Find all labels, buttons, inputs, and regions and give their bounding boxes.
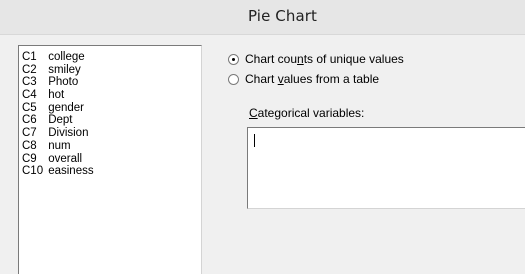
variable-name: Dept xyxy=(48,114,73,127)
title-bar: Pie Chart xyxy=(0,0,525,35)
label-rest: ategorical variables: xyxy=(257,106,365,120)
variable-item-c4[interactable]: C4 hot xyxy=(22,89,201,102)
variable-name: gender xyxy=(48,101,85,114)
label-mnemonic: n xyxy=(297,52,304,66)
variable-id: C10 xyxy=(22,165,44,178)
variable-item-c7[interactable]: C7 Division xyxy=(22,127,201,140)
variable-id: C4 xyxy=(22,89,37,102)
variable-name: Division xyxy=(48,127,89,140)
categorical-variables-label: Categorical variables: xyxy=(249,106,364,120)
variable-item-c5[interactable]: C5 gender xyxy=(22,102,201,115)
radio-chart-counts[interactable]: Chart counts of unique values xyxy=(228,52,404,66)
variable-item-c2[interactable]: C2 smiley xyxy=(22,64,201,77)
label-after: alues from a table xyxy=(283,72,380,86)
pie-chart-dialog: Pie Chart C1 college C2 smiley C3 Photo … xyxy=(0,0,525,274)
variables-list[interactable]: C1 college C2 smiley C3 Photo C4 hot C5 … xyxy=(18,45,202,274)
variable-name: hot xyxy=(48,89,65,102)
variable-id: C9 xyxy=(22,152,37,165)
radio-selected-icon[interactable] xyxy=(228,53,239,65)
variable-id: C7 xyxy=(22,127,37,140)
variable-name: easiness xyxy=(48,165,94,178)
window-title: Pie Chart xyxy=(247,7,317,25)
variable-id: C6 xyxy=(22,114,37,127)
variable-name: smiley xyxy=(48,63,81,76)
categorical-variables-input[interactable] xyxy=(247,127,525,209)
label-before: Chart xyxy=(245,72,278,86)
variable-name: college xyxy=(48,51,85,63)
variable-item-c9[interactable]: C9 overall xyxy=(22,153,201,166)
variable-id: C5 xyxy=(22,101,37,114)
label-after: ts of unique values xyxy=(303,52,404,66)
variable-name: Photo xyxy=(48,76,79,89)
radio-unselected-icon[interactable] xyxy=(228,73,239,85)
variable-id: C1 xyxy=(22,51,37,63)
radio-chart-counts-label: Chart counts of unique values xyxy=(245,52,404,66)
radio-chart-values[interactable]: Chart values from a table xyxy=(228,72,379,86)
variable-id: C2 xyxy=(22,63,37,76)
variable-item-c8[interactable]: C8 num xyxy=(22,140,201,153)
label-before: Chart cou xyxy=(245,52,298,66)
text-cursor xyxy=(254,134,255,147)
variable-item-c10[interactable]: C10 easiness xyxy=(22,165,201,178)
radio-chart-values-label: Chart values from a table xyxy=(245,72,379,86)
variable-name: num xyxy=(48,139,71,152)
variable-item-c6[interactable]: C6 Dept xyxy=(22,114,201,127)
variable-id: C8 xyxy=(22,139,37,152)
variable-item-c1[interactable]: C1 college xyxy=(22,51,201,64)
variable-id: C3 xyxy=(22,76,37,89)
variable-name: overall xyxy=(48,152,83,165)
label-mnemonic: C xyxy=(249,106,258,120)
variable-item-c3[interactable]: C3 Photo xyxy=(22,76,201,89)
